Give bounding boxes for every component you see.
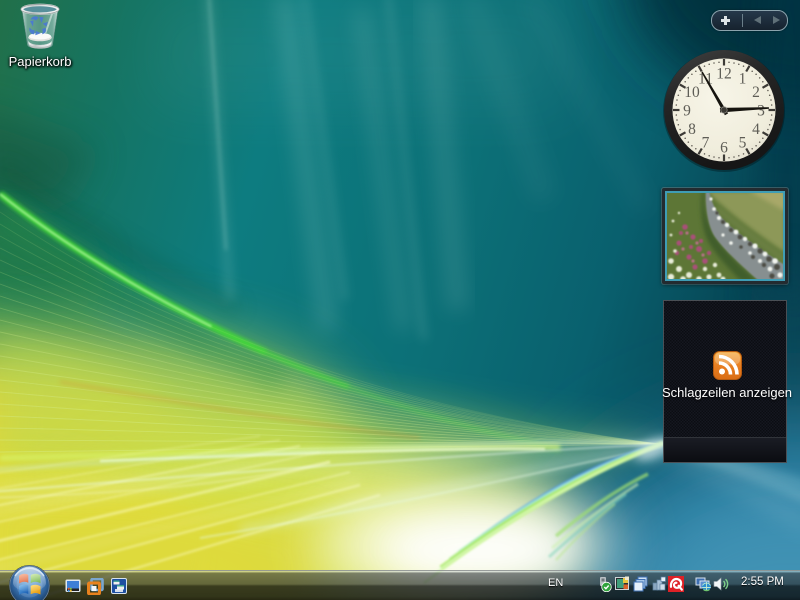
svg-text:1: 1 [739,71,747,88]
svg-text:2: 2 [752,84,760,101]
svg-text:7: 7 [702,135,710,152]
svg-text:3: 3 [757,103,765,120]
svg-text:4: 4 [752,121,760,138]
svg-text:6: 6 [720,140,728,157]
svg-text:12: 12 [716,66,732,83]
svg-text:8: 8 [688,121,696,138]
svg-text:5: 5 [739,135,747,152]
svg-text:9: 9 [683,103,691,120]
